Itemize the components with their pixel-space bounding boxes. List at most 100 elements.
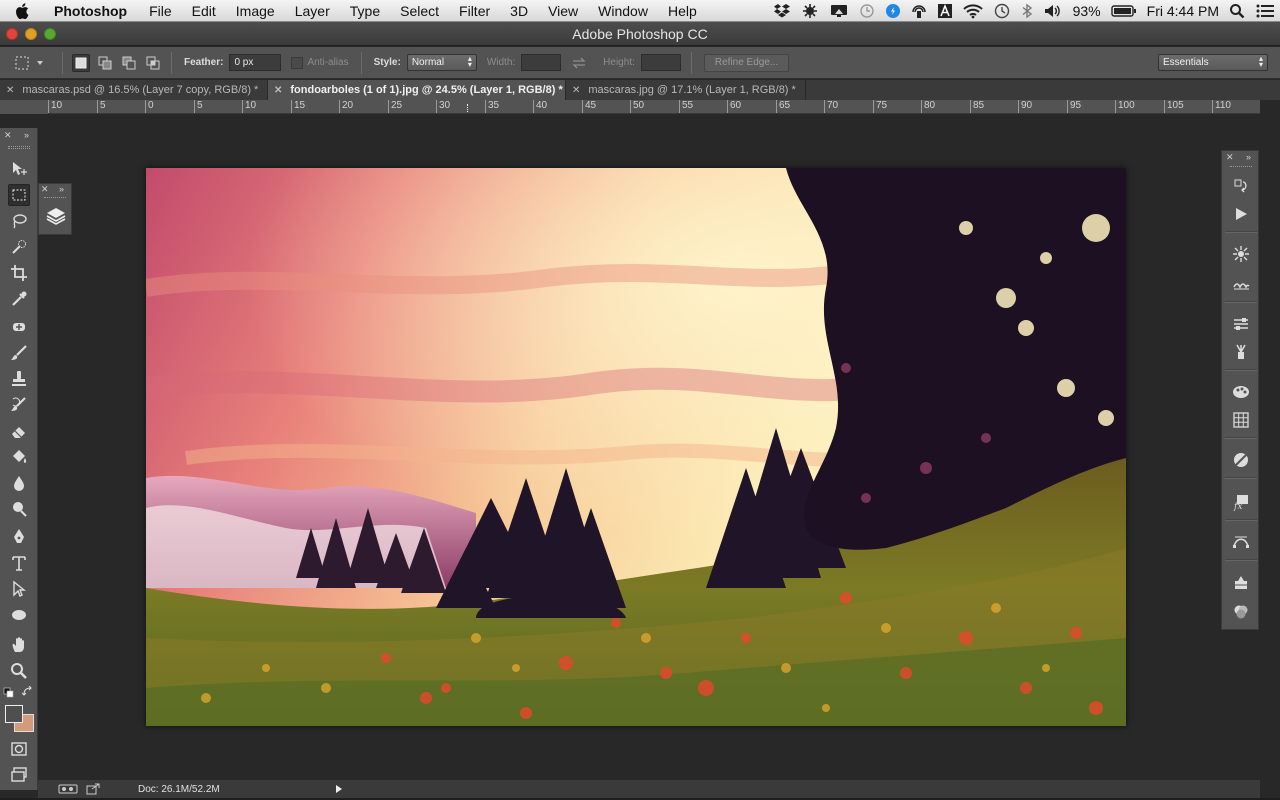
actions-panel-icon[interactable]: [1230, 203, 1252, 225]
font-icon[interactable]: [937, 0, 953, 22]
bluetooth-icon[interactable]: [1021, 0, 1033, 22]
display-icon[interactable]: [829, 0, 849, 22]
menu-type[interactable]: Type: [340, 3, 390, 19]
ellipse-tool-icon[interactable]: [8, 604, 30, 626]
expand-panel-icon[interactable]: »: [24, 130, 29, 140]
spot-healing-brush-tool-icon[interactable]: [8, 316, 30, 338]
channels-panel-icon[interactable]: [1230, 601, 1252, 623]
new-selection-button[interactable]: [72, 53, 90, 72]
close-panel-icon[interactable]: ✕: [4, 130, 12, 141]
tab-fondoarboles[interactable]: ✕ fondoarboles (1 of 1).jpg @ 24.5% (Lay…: [268, 80, 566, 100]
rectangular-marquee-tool-icon[interactable]: [8, 184, 30, 206]
menu-file[interactable]: File: [139, 3, 182, 19]
close-panel-icon[interactable]: ✕: [41, 184, 49, 195]
type-tool-icon[interactable]: [8, 552, 30, 574]
subtract-from-selection-button[interactable]: [120, 54, 138, 72]
swatches-panel-icon[interactable]: [1230, 381, 1252, 403]
add-to-selection-button[interactable]: [96, 54, 114, 72]
paint-bucket-tool-icon[interactable]: [8, 446, 30, 468]
panel-grip[interactable]: [1230, 166, 1252, 169]
close-panel-icon[interactable]: ✕: [1226, 152, 1234, 163]
pen-tool-icon[interactable]: [8, 526, 30, 548]
menu-select[interactable]: Select: [390, 3, 449, 19]
grid-panel-icon[interactable]: [1230, 409, 1252, 431]
quick-selection-tool-icon[interactable]: [8, 236, 30, 258]
path-selection-tool-icon[interactable]: [8, 578, 30, 600]
eraser-tool-icon[interactable]: [8, 420, 30, 442]
battery-icon[interactable]: [1110, 0, 1137, 22]
lasso-tool-icon[interactable]: [8, 210, 30, 232]
close-tab-icon[interactable]: ✕: [572, 85, 580, 96]
horizontal-ruler[interactable]: 10 5 0 5 10 15 20 25 30 35 40 45 50 55 6…: [48, 100, 1260, 114]
tool-preset-picker[interactable]: [14, 51, 56, 75]
styles-fx-panel-icon[interactable]: fx: [1230, 491, 1252, 513]
wifi-icon[interactable]: [962, 0, 983, 22]
panel-grip[interactable]: [44, 197, 66, 199]
3d-panel-icon[interactable]: [1230, 571, 1252, 593]
notification-center-icon[interactable]: [1255, 0, 1275, 22]
export-icon[interactable]: [86, 783, 100, 795]
brush-panel-icon[interactable]: [1230, 273, 1252, 295]
adjustments-panel-icon[interactable]: [1230, 449, 1252, 471]
screen-mode-icon[interactable]: [8, 764, 30, 786]
menu-image[interactable]: Image: [226, 3, 285, 19]
eyedropper-tool-icon[interactable]: [8, 288, 30, 310]
menu-3d[interactable]: 3D: [500, 3, 538, 19]
brush-tool-icon[interactable]: [8, 342, 30, 364]
zoom-tool-icon[interactable]: [8, 660, 30, 682]
dropbox-icon[interactable]: [773, 0, 791, 22]
feather-input[interactable]: 0 px: [229, 54, 282, 71]
expand-panel-icon[interactable]: »: [1246, 152, 1251, 162]
clock[interactable]: Fri 4:44 PM: [1147, 3, 1219, 19]
tab-mascaras-psd[interactable]: ✕ mascaras.psd @ 16.5% (Layer 7 copy, RG…: [0, 80, 268, 100]
move-tool-icon[interactable]: [8, 158, 30, 180]
time-machine-icon[interactable]: [993, 0, 1011, 22]
menu-app-name[interactable]: Photoshop: [44, 3, 139, 19]
default-colors-icon[interactable]: [3, 686, 15, 704]
blur-tool-icon[interactable]: [8, 472, 30, 494]
menu-window[interactable]: Window: [588, 3, 658, 19]
swap-colors-icon[interactable]: [21, 685, 34, 703]
menu-layer[interactable]: Layer: [285, 3, 340, 19]
foreground-color-swatch[interactable]: [5, 705, 23, 723]
history-brush-tool-icon[interactable]: [8, 394, 30, 416]
spotlight-icon[interactable]: [1229, 0, 1245, 22]
workspace-switcher[interactable]: Essentials ▴ ▾: [1158, 54, 1268, 71]
time-machine-disabled-icon[interactable]: [859, 0, 875, 22]
dodge-tool-icon[interactable]: [8, 498, 30, 520]
menu-edit[interactable]: Edit: [182, 3, 226, 19]
broadcast-icon[interactable]: [911, 0, 927, 22]
status-settings-icon[interactable]: [58, 783, 80, 795]
close-tab-icon[interactable]: ✕: [274, 85, 282, 96]
intersect-selection-button[interactable]: [144, 54, 162, 72]
swap-dimensions-icon[interactable]: [571, 57, 587, 69]
anti-alias-checkbox[interactable]: [291, 56, 304, 69]
menu-filter[interactable]: Filter: [449, 3, 500, 19]
paths-panel-icon[interactable]: [1230, 531, 1252, 553]
expand-panel-icon[interactable]: »: [59, 184, 64, 194]
crop-tool-icon[interactable]: [8, 262, 30, 284]
automator-icon[interactable]: [801, 0, 819, 22]
close-tab-icon[interactable]: ✕: [6, 85, 14, 96]
tab-mascaras-jpg[interactable]: ✕ mascaras.jpg @ 17.1% (Layer 1, RGB/8) …: [566, 80, 806, 100]
quick-mask-icon[interactable]: [8, 738, 30, 760]
status-menu-arrow-icon[interactable]: [335, 784, 343, 794]
apple-icon[interactable]: [0, 2, 44, 19]
history-panel-icon[interactable]: [1230, 175, 1252, 197]
clone-stamp-tool-icon[interactable]: [8, 368, 30, 390]
shazam-icon[interactable]: [885, 0, 901, 22]
layers-icon[interactable]: [45, 205, 67, 232]
document-canvas[interactable]: [146, 168, 1126, 726]
style-select[interactable]: Normal ▴ ▾: [406, 54, 477, 71]
panel-grip[interactable]: [8, 146, 30, 149]
menu-view[interactable]: View: [538, 3, 588, 19]
hand-tool-icon[interactable]: [8, 634, 30, 656]
tool-presets-panel-icon[interactable]: [1230, 313, 1252, 335]
height-input[interactable]: [640, 54, 681, 71]
volume-icon[interactable]: [1043, 0, 1063, 22]
refine-edge-button[interactable]: Refine Edge...: [703, 53, 790, 72]
clone-source-panel-icon[interactable]: [1230, 341, 1252, 363]
width-input[interactable]: [521, 54, 562, 71]
menu-help[interactable]: Help: [658, 3, 707, 19]
brush-presets-panel-icon[interactable]: [1230, 243, 1252, 265]
